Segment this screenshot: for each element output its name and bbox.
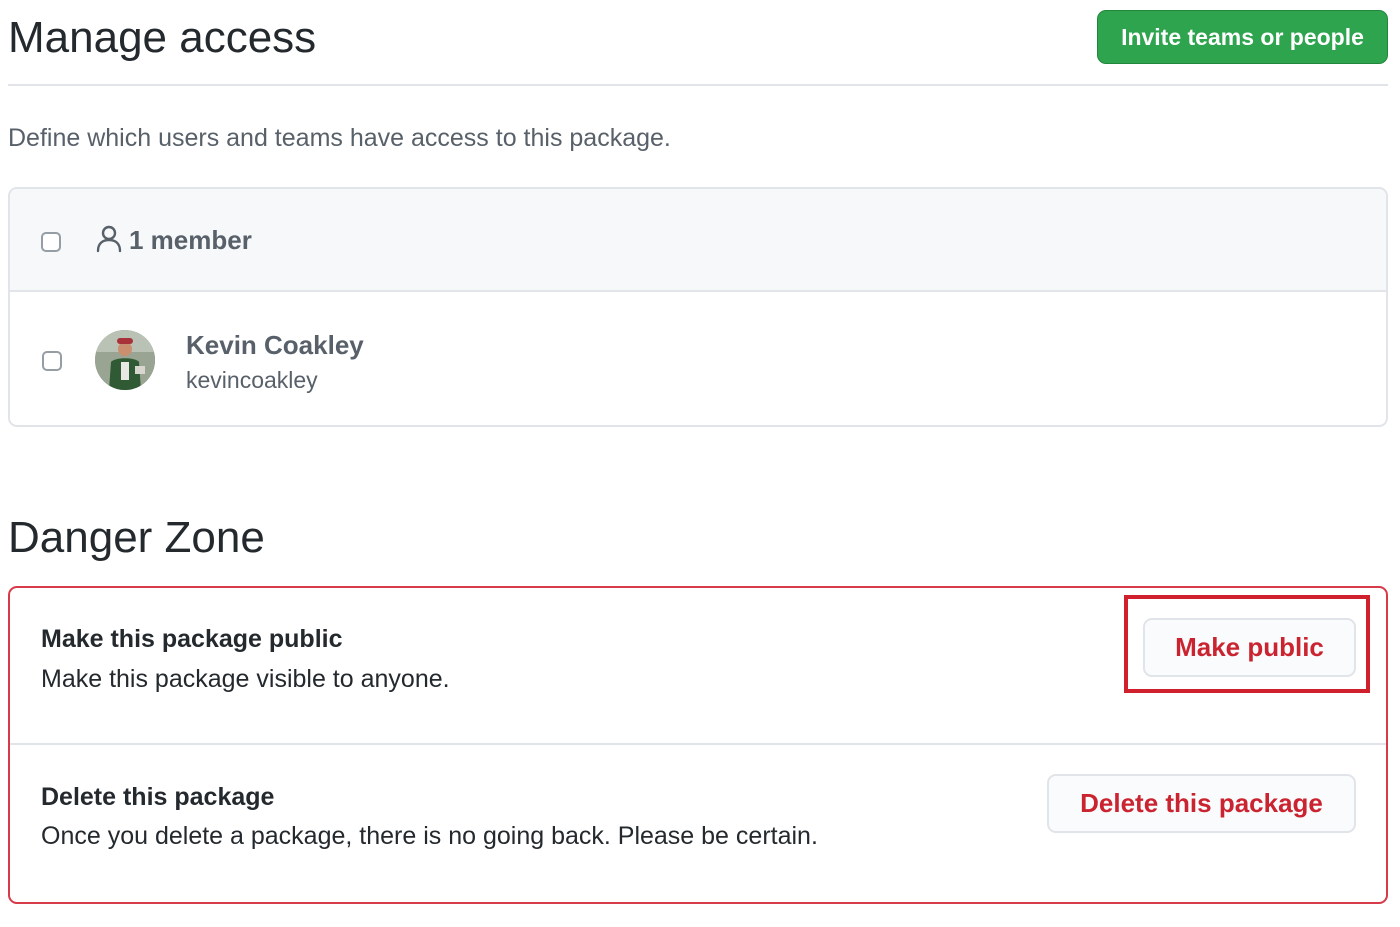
delete-package-button[interactable]: Delete this package	[1047, 774, 1356, 833]
package-settings-page: Manage access Invite teams or people Def…	[0, 0, 1400, 927]
make-public-description: Make this package visible to anyone.	[41, 665, 450, 693]
member-count: 1 member	[129, 225, 252, 255]
make-public-title: Make this package public	[41, 625, 343, 653]
avatar-image	[95, 330, 155, 390]
invite-teams-or-people-button[interactable]: Invite teams or people	[1097, 10, 1388, 64]
make-public-section: Make this package public Make this packa…	[10, 588, 1386, 745]
member-username: kevincoakley	[186, 367, 318, 393]
manage-access-header: Manage access Invite teams or people	[8, 0, 1388, 86]
delete-package-section: Delete this package Once you delete a pa…	[10, 745, 1386, 902]
make-public-button[interactable]: Make public	[1143, 618, 1356, 677]
delete-package-title: Delete this package	[41, 783, 275, 811]
access-description: Define which users and teams have access…	[8, 124, 671, 152]
select-all-checkbox[interactable]	[41, 232, 61, 252]
members-list-header: 1 member	[10, 189, 1386, 292]
member-full-name[interactable]: Kevin Coakley	[186, 328, 364, 362]
danger-zone-box: Make this package public Make this packa…	[8, 586, 1388, 904]
person-icon	[96, 225, 122, 253]
delete-package-description: Once you delete a package, there is no g…	[41, 822, 818, 850]
danger-zone-title: Danger Zone	[8, 513, 265, 562]
members-list: 1 member Kevin Coakley kevincoakley	[8, 187, 1388, 427]
member-row: Kevin Coakley kevincoakley	[10, 292, 1386, 425]
member-checkbox[interactable]	[42, 351, 62, 371]
avatar[interactable]	[95, 330, 155, 390]
page-title: Manage access	[8, 13, 317, 62]
